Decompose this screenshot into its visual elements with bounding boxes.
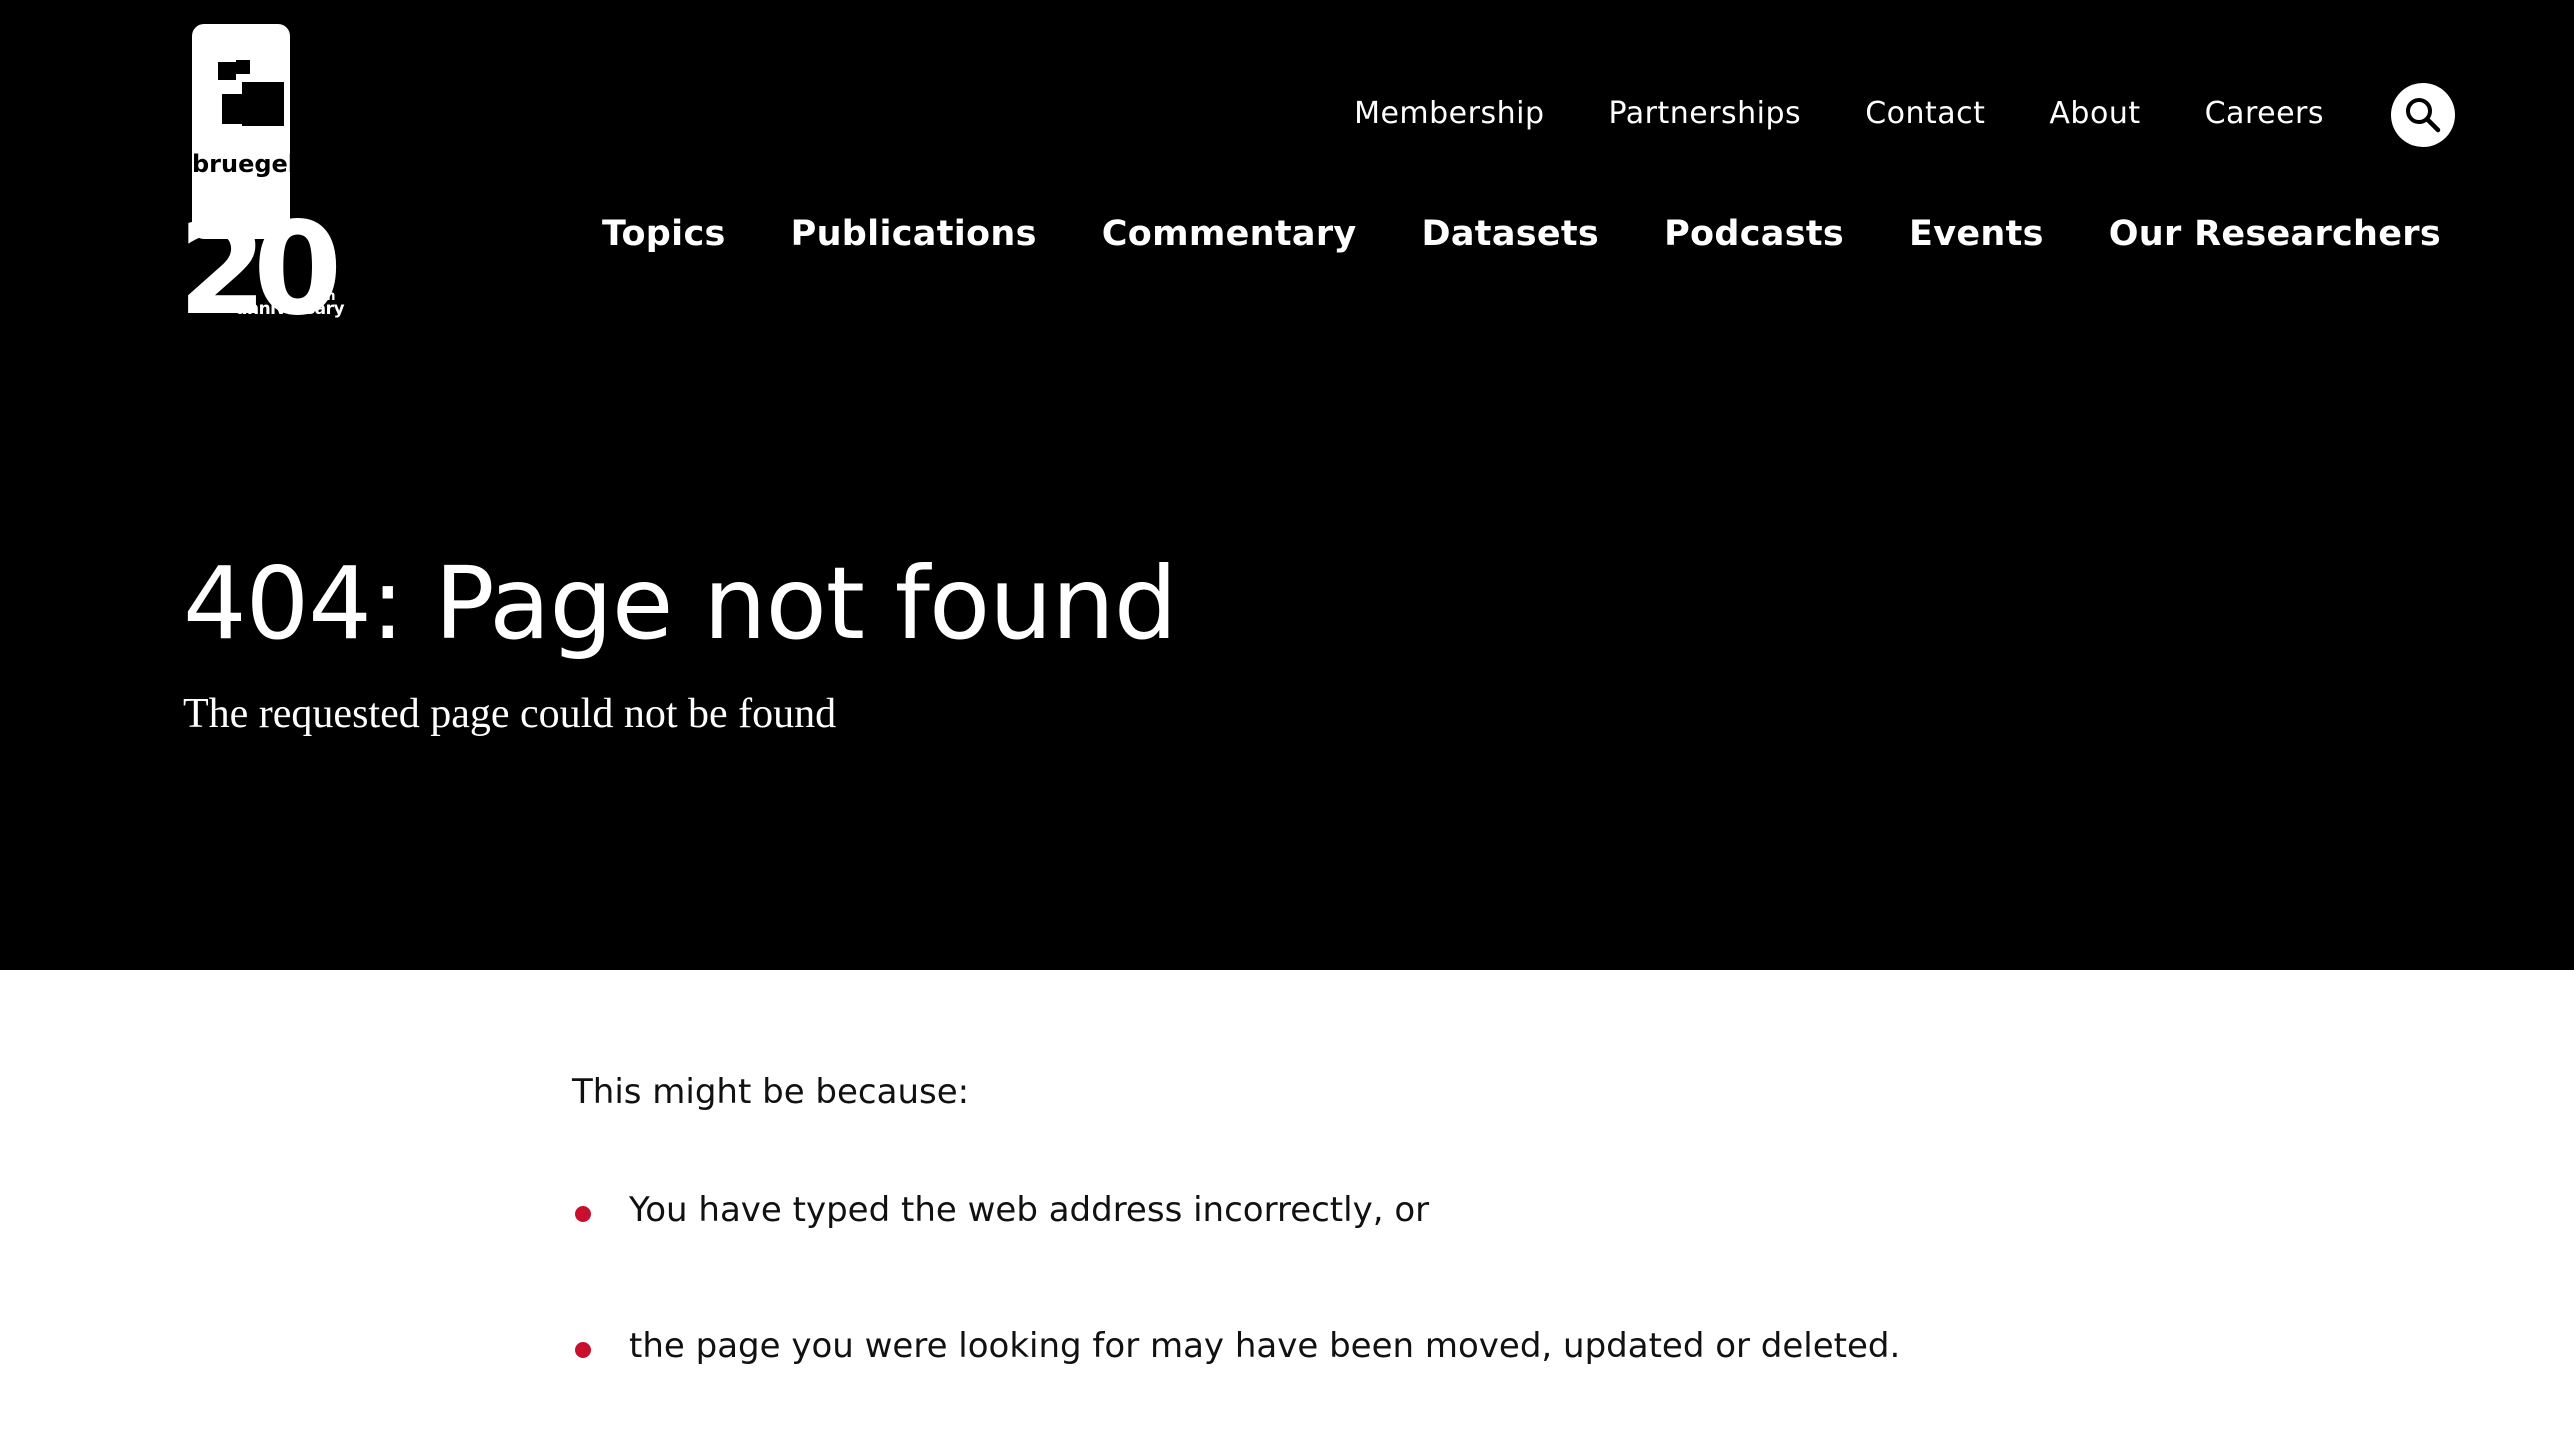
page-title: 404: Page not found — [183, 545, 1177, 662]
error-content: This might be because: You have typed th… — [572, 1072, 1900, 1366]
utility-nav-partnerships[interactable]: Partnerships — [1609, 96, 1802, 131]
main-nav-datasets[interactable]: Datasets — [1422, 214, 1600, 254]
page-subtitle: The requested page could not be found — [183, 691, 837, 737]
main-nav-events[interactable]: Events — [1909, 214, 2044, 254]
search-icon — [2406, 98, 2441, 133]
bullet-icon — [575, 1206, 591, 1222]
error-intro: This might be because: — [572, 1072, 970, 1112]
main-nav: Topics Publications Commentary Datasets … — [602, 214, 2441, 254]
reason-text: the page you were looking for may have b… — [629, 1326, 1901, 1366]
main-nav-commentary[interactable]: Commentary — [1102, 214, 1357, 254]
bruegel-logo[interactable]: bruegel 20 th anniversary — [178, 22, 352, 344]
main-nav-publications[interactable]: Publications — [791, 214, 1037, 254]
main-nav-our-researchers[interactable]: Our Researchers — [2109, 214, 2441, 254]
utility-nav: Membership Partnerships Contact About Ca… — [1354, 96, 2324, 131]
bullet-icon — [575, 1342, 591, 1358]
main-nav-topics[interactable]: Topics — [602, 214, 726, 254]
utility-nav-contact[interactable]: Contact — [1865, 96, 1985, 131]
reason-text: You have typed the web address incorrect… — [629, 1190, 1430, 1230]
svg-text:bruegel: bruegel — [192, 150, 296, 178]
svg-text:anniversary: anniversary — [236, 299, 344, 319]
utility-nav-membership[interactable]: Membership — [1354, 96, 1544, 131]
page-header: bruegel 20 th anniversary Membership Par… — [0, 0, 2574, 970]
main-nav-podcasts[interactable]: Podcasts — [1664, 214, 1844, 254]
search-button[interactable] — [2391, 83, 2455, 147]
utility-nav-careers[interactable]: Careers — [2205, 96, 2324, 131]
utility-nav-about[interactable]: About — [2049, 96, 2140, 131]
